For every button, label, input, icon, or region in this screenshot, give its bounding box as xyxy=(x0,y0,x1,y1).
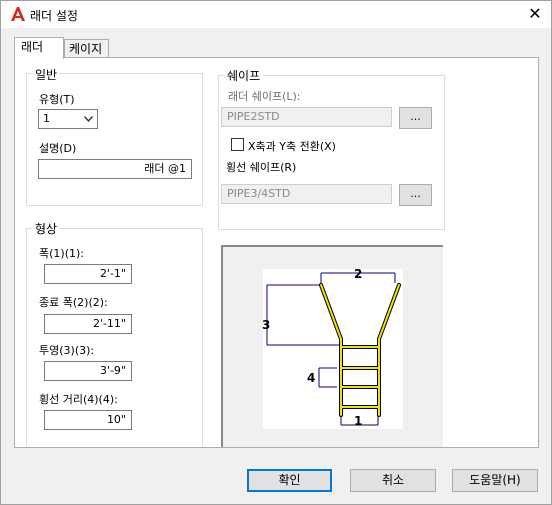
window-title: 래더 설정 xyxy=(30,9,78,23)
type-label: 유형(T) xyxy=(39,93,75,106)
help-button[interactable]: 도움말(H) xyxy=(452,469,538,492)
ladder-shape-browse-button[interactable]: ... xyxy=(399,107,432,129)
ladder-shape-label: 래더 쉐이프(L): xyxy=(228,90,301,103)
diagram-background xyxy=(263,269,403,429)
chevron-down-icon xyxy=(84,116,93,122)
geometry-group-title: 형상 xyxy=(32,220,61,237)
shape-group-title: 쉐이프 xyxy=(224,67,264,84)
end-width-label: 종료 폭(2)(2): xyxy=(39,296,108,309)
rung-spacing-input[interactable]: 10" xyxy=(44,410,132,430)
autocad-a-icon xyxy=(11,7,25,21)
dimension-label-1: 1 xyxy=(354,414,362,428)
dimension-label-4: 4 xyxy=(307,371,315,385)
projection-label: 투영(3)(3): xyxy=(39,344,95,357)
rung-shape-browse-button[interactable]: ... xyxy=(399,184,432,206)
tab-cage[interactable]: 케이지 xyxy=(64,39,109,59)
width-label: 폭(1)(1): xyxy=(39,247,84,260)
ladder-shape-input[interactable]: PIPE2STD xyxy=(221,107,392,127)
end-width-input[interactable]: 2'-11" xyxy=(44,314,132,334)
rung-spacing-label: 횡선 거리(4)(4): xyxy=(39,393,118,406)
rung-shape-label: 횡선 쉐이프(R) xyxy=(226,161,297,174)
width-input[interactable]: 2'-1" xyxy=(44,264,132,284)
description-input[interactable]: 래더 @1 xyxy=(38,159,192,179)
description-label: 설명(D) xyxy=(39,142,77,155)
general-group-title: 일반 xyxy=(32,66,61,83)
projection-input[interactable]: 3'-9" xyxy=(44,361,132,381)
ok-button[interactable]: 확인 xyxy=(247,469,332,492)
swap-xy-checkbox[interactable] xyxy=(231,138,244,151)
rung-shape-input[interactable]: PIPE3/4STD xyxy=(221,184,392,204)
cancel-button[interactable]: 취소 xyxy=(350,469,436,492)
close-button[interactable]: ✕ xyxy=(523,3,547,25)
swap-xy-label: X축과 Y축 전환(X) xyxy=(248,140,336,153)
type-select[interactable]: 1 xyxy=(38,109,98,129)
dimension-label-2: 2 xyxy=(354,267,362,281)
type-select-value: 1 xyxy=(43,112,50,125)
ladder-diagram: 2 3 4 1 xyxy=(262,267,403,429)
title-bar[interactable]: 래더 설정 ✕ xyxy=(1,1,551,28)
tab-ladder[interactable]: 래더 xyxy=(14,37,64,59)
ladder-preview: 2 3 4 1 xyxy=(221,245,443,447)
dimension-label-3: 3 xyxy=(262,318,270,332)
